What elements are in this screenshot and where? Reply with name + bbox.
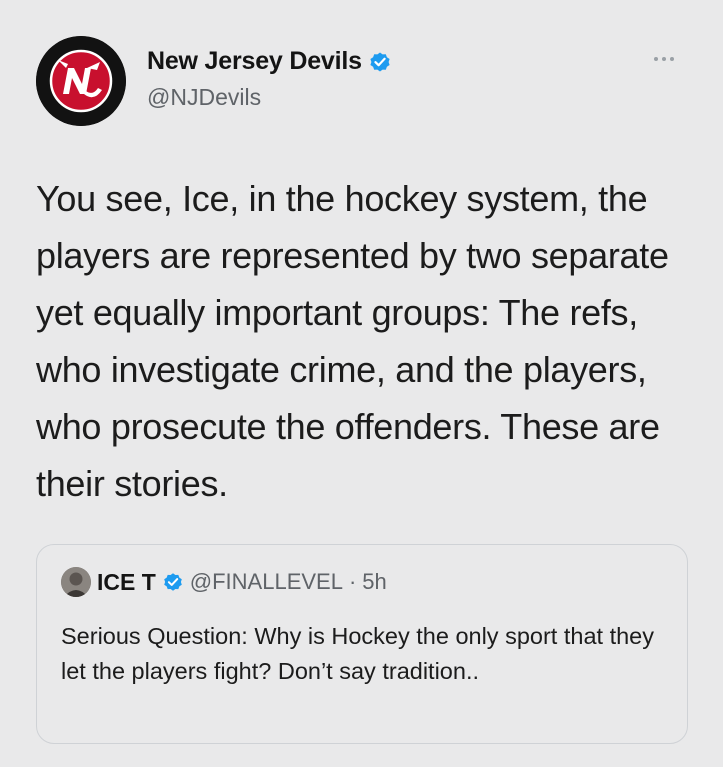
- quoted-tweet-text: Serious Question: Why is Hockey the only…: [61, 623, 654, 684]
- tweet-text: You see, Ice, in the hockey system, the …: [36, 178, 669, 504]
- quoted-timestamp[interactable]: 5h: [362, 569, 386, 595]
- more-options-icon[interactable]: [654, 54, 684, 64]
- author-display-name[interactable]: New Jersey Devils: [147, 47, 362, 76]
- nj-devils-logo-icon[interactable]: [36, 36, 126, 126]
- verified-badge-icon: [368, 50, 392, 74]
- quoted-author-name[interactable]: ICE T: [97, 569, 156, 596]
- quoted-author-avatar[interactable]: [61, 567, 91, 597]
- quoted-author-handle[interactable]: @FINALLEVEL: [190, 569, 343, 595]
- quoted-tweet[interactable]: ICE T @FINALLEVEL · 5h Serious Question:…: [36, 544, 688, 744]
- author-name-row[interactable]: New Jersey Devils: [147, 47, 392, 76]
- author-handle[interactable]: @NJDevils: [147, 84, 261, 111]
- quoted-time-separator: ·: [348, 569, 357, 594]
- quoted-tweet-header: ICE T @FINALLEVEL · 5h: [61, 567, 387, 597]
- verified-badge-icon: [162, 571, 184, 593]
- tweet-card: New Jersey Devils @NJDevils You see, Ice…: [0, 0, 723, 767]
